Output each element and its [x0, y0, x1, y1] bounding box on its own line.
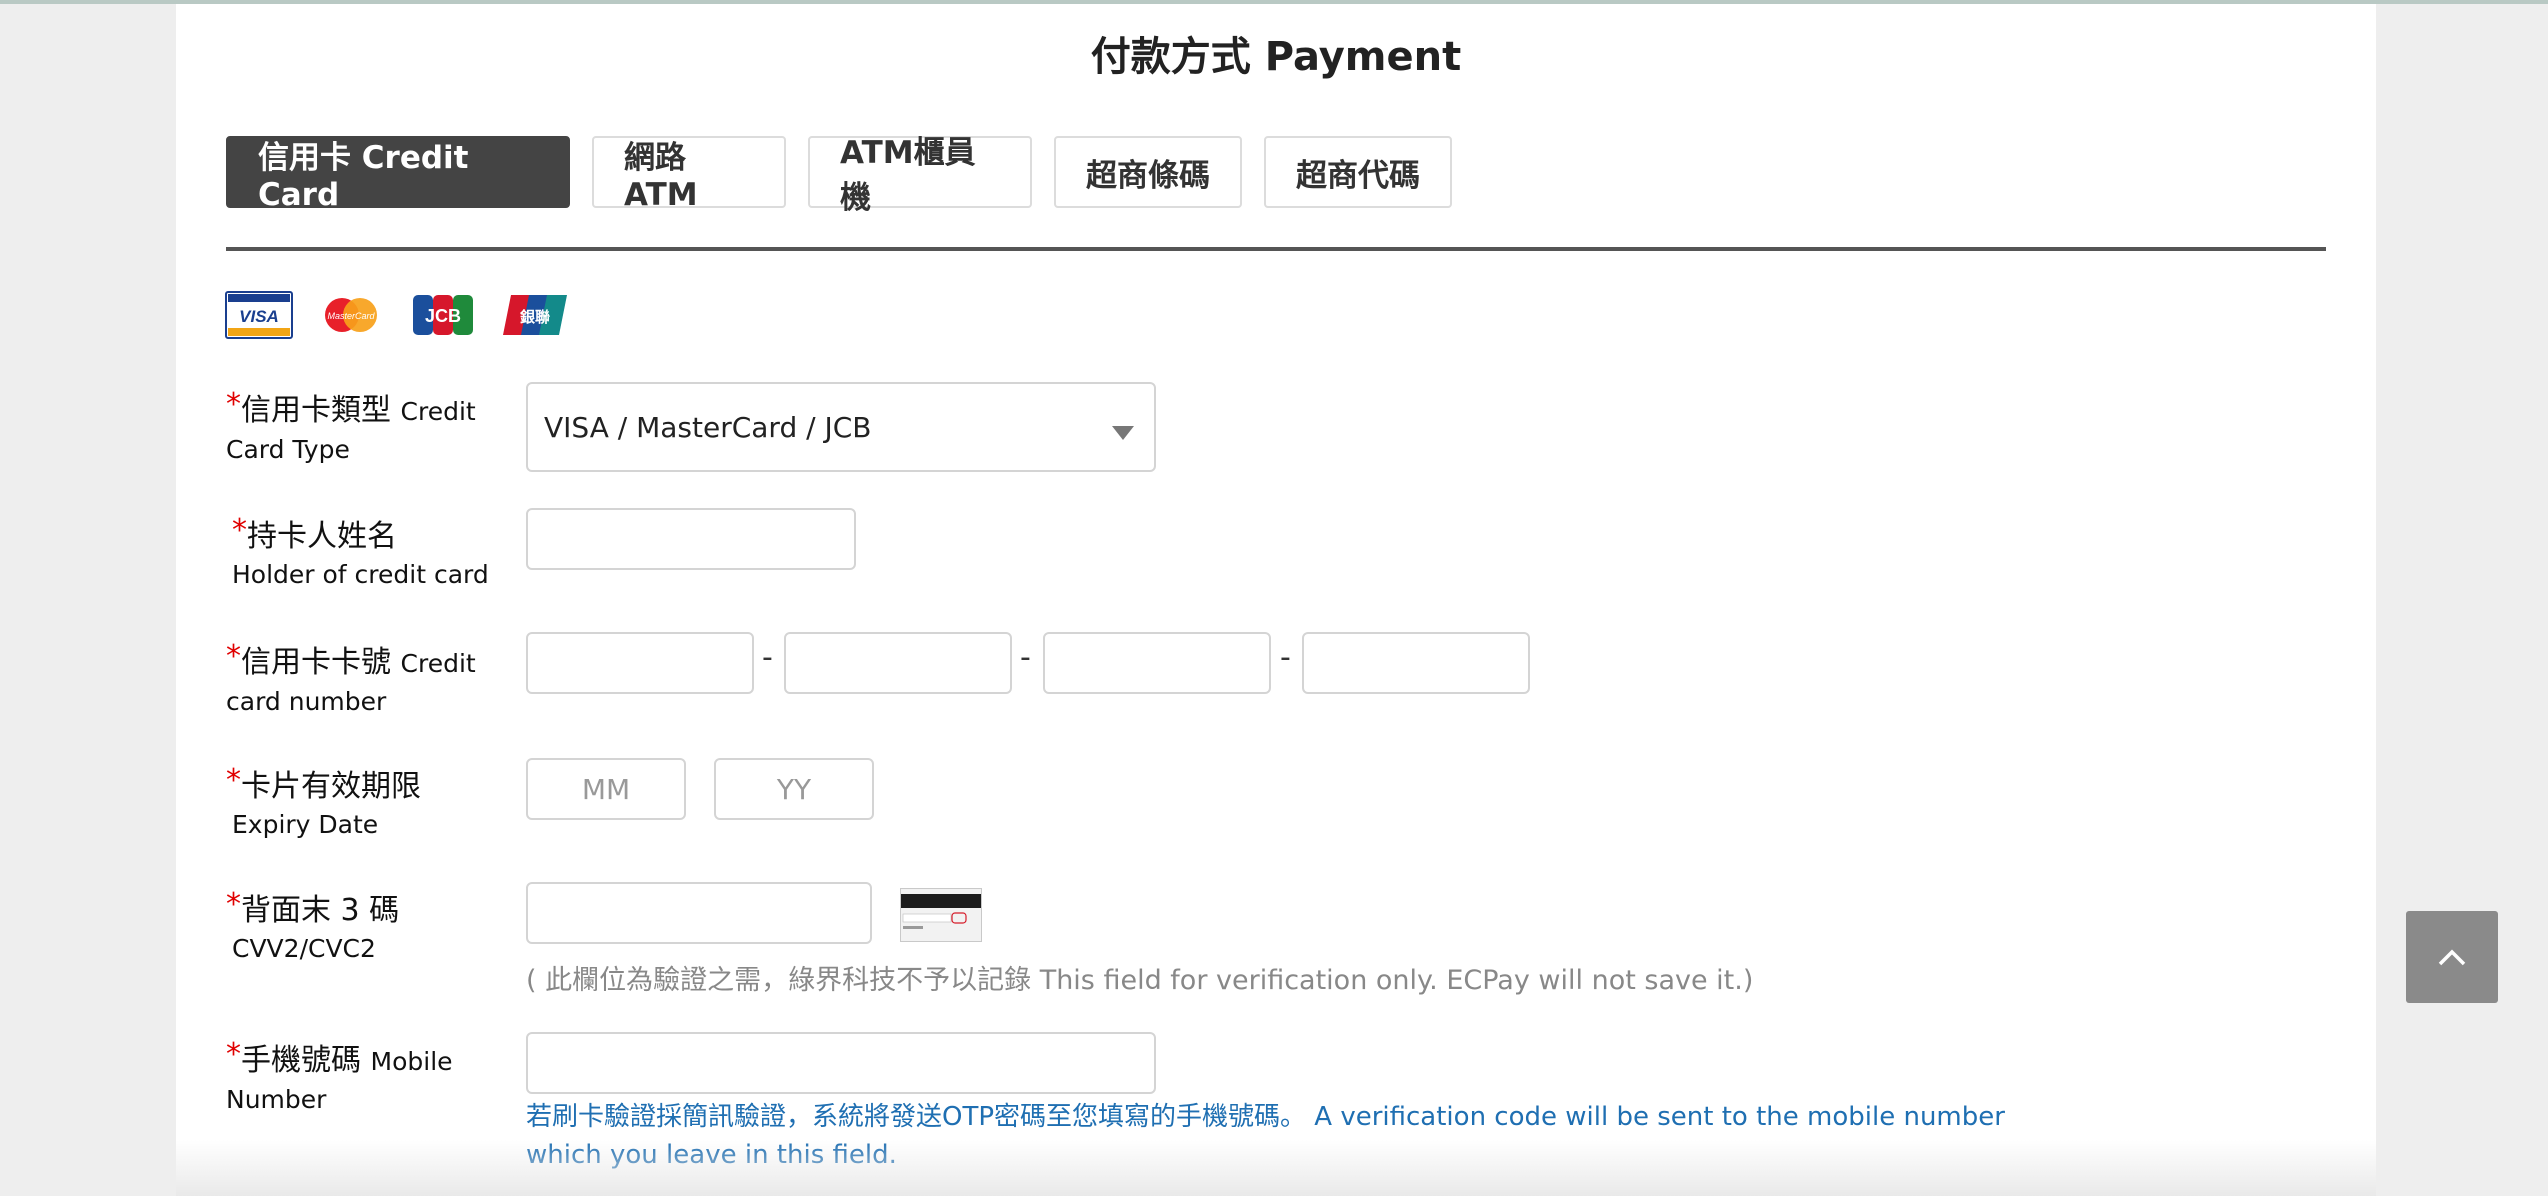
chevron-down-icon: [1112, 426, 1134, 440]
expiry-label-en-sub: Expiry Date: [232, 810, 379, 839]
card-number-label-en: Credit: [400, 649, 476, 678]
card-number-segment-1[interactable]: [526, 632, 754, 694]
mobile-number-input[interactable]: [526, 1032, 1156, 1094]
tab-web-atm[interactable]: 網路ATM: [592, 136, 786, 213]
tabs-divider: [226, 247, 2326, 251]
holder-name-input[interactable]: [526, 508, 856, 570]
tab-credit-card[interactable]: 信用卡 Credit Card: [226, 136, 570, 213]
card-number-label-en-sub: card number: [226, 687, 387, 716]
card-type-label: *信用卡類型 Credit Card Type: [226, 387, 476, 469]
expiry-month-input[interactable]: MM: [526, 758, 686, 820]
required-mark: *: [226, 763, 241, 798]
required-mark: *: [232, 513, 247, 548]
visa-logo-text: VISA: [239, 307, 279, 326]
jcb-logo-text: JCB: [425, 306, 461, 326]
unionpay-logo: 銀聯: [503, 295, 567, 335]
unionpay-logo-text: 銀聯: [520, 308, 550, 326]
mastercard-logo-text: MasterCard: [327, 311, 375, 321]
card-type-label-zh: 信用卡類型: [241, 393, 391, 428]
expiry-year-input[interactable]: YY: [714, 758, 874, 820]
back-to-top-button[interactable]: [2406, 911, 2498, 1003]
card-type-selected-value: VISA / MasterCard / JCB: [544, 410, 872, 444]
tab-atm[interactable]: ATM櫃員機: [808, 135, 1032, 216]
holder-label-zh: 持卡人姓名: [247, 519, 397, 554]
required-mark: *: [226, 387, 241, 422]
card-number-segment-4[interactable]: [1302, 632, 1530, 694]
payment-method-tabs: 信用卡 Credit Card 網路ATM ATM櫃員機 超商條碼 超商代碼: [226, 135, 1452, 216]
cvv-label-zh: 背面末 3 碼: [241, 893, 400, 928]
card-back-cvv-icon: [900, 888, 982, 942]
card-number-label: *信用卡卡號 Credit card number: [226, 639, 476, 721]
expiry-label-zh: 卡片有效期限: [241, 769, 421, 804]
tab-cvs-barcode[interactable]: 超商條碼: [1054, 136, 1242, 208]
card-number-segment-3[interactable]: [1043, 632, 1271, 694]
jcb-logo: JCB: [413, 295, 473, 335]
visa-logo: VISA: [225, 291, 293, 339]
holder-label-en-sub: Holder of credit card: [232, 560, 489, 589]
cvv-input[interactable]: [526, 882, 872, 944]
card-number-separator: -: [1280, 640, 1291, 675]
card-number-segment-2[interactable]: [784, 632, 1012, 694]
holder-label: *持卡人姓名 Holder of credit card: [232, 513, 489, 594]
cvv-label: *背面末 3 碼 CVV2/CVC2: [226, 887, 400, 968]
required-mark: *: [226, 639, 241, 674]
card-type-label-en: Credit: [400, 397, 476, 426]
card-number-separator: -: [762, 640, 773, 675]
cvv-hint: ( 此欄位為驗證之需，綠界科技不予以記錄 This field for veri…: [526, 965, 1754, 996]
mobile-otp-hint: 若刷卡驗證採簡訊驗證，系統將發送OTP密碼至您填寫的手機號碼。 A verifi…: [526, 1102, 2005, 1170]
mobile-label-en: Mobile: [370, 1047, 453, 1076]
cvv-label-en-sub: CVV2/CVC2: [232, 934, 376, 963]
chevron-up-icon: [2438, 949, 2466, 966]
card-brand-logos: VISA MasterCard JCB 銀聯: [225, 291, 569, 339]
mastercard-logo: MasterCard: [325, 298, 377, 332]
mobile-label-zh: 手機號碼: [241, 1043, 361, 1078]
card-type-select[interactable]: VISA / MasterCard / JCB: [526, 382, 1156, 472]
tab-cvs-code[interactable]: 超商代碼: [1264, 136, 1452, 208]
expiry-label: *卡片有效期限 Expiry Date: [226, 763, 421, 844]
card-type-label-en-sub: Card Type: [226, 435, 350, 464]
required-mark: *: [226, 1037, 241, 1072]
card-number-label-zh: 信用卡卡號: [241, 645, 391, 680]
mobile-label: *手機號碼 Mobile Number: [226, 1037, 453, 1119]
page-title: 付款方式 Payment: [1090, 34, 1462, 80]
card-number-separator: -: [1020, 640, 1031, 675]
mobile-label-en-sub: Number: [226, 1085, 327, 1114]
required-mark: *: [226, 887, 241, 922]
